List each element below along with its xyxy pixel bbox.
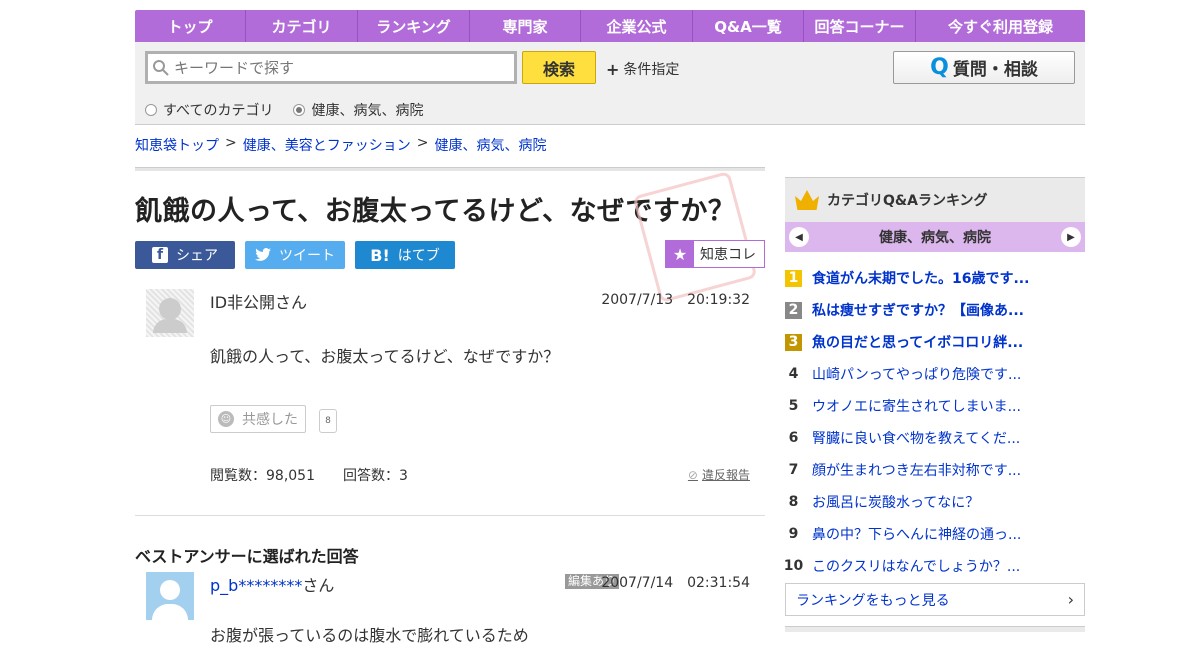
nav-register[interactable]: 今すぐ利用登録: [916, 10, 1085, 42]
sidebar-next-section: [785, 626, 1085, 632]
rank-number: 3: [785, 333, 802, 351]
sidebar-ranking: カテゴリQ&Aランキング ◀ 健康、病気、病院 ▶ 1 食道がん末期でした。16歳…: [783, 177, 1085, 632]
chevron-right-icon: ›: [1067, 590, 1074, 609]
rank-link[interactable]: 山崎パンってやっぱり危険です...: [812, 364, 1021, 384]
ranking-category-bar: ◀ 健康、病気、病院 ▶: [785, 222, 1085, 252]
ranking-more-label: ランキングをもっと見る: [796, 592, 950, 609]
ranking-category: 健康、病気、病院: [879, 230, 991, 246]
ranking-header: カテゴリQ&Aランキング: [785, 177, 1085, 222]
rank-number: 4: [788, 366, 799, 382]
ranking-item[interactable]: 1 食道がん末期でした。16歳です...: [785, 262, 1085, 294]
rank-link[interactable]: 魚の目だと思ってイボコロリ絆...: [812, 332, 1023, 352]
rank-link[interactable]: 腎臓に良い食べ物を教えてくだ...: [812, 428, 1020, 448]
best-answer-block: p_b********さん 編集あり 2007/7/14 02:31:54 お腹…: [135, 167, 765, 645]
category-radios: すべてのカテゴリ 健康、病気、病院: [145, 100, 423, 120]
nav-ranking[interactable]: ランキング: [358, 10, 470, 42]
search-icon: [153, 59, 169, 76]
ranking-item[interactable]: 7 顔が生まれつき左右非対称です...: [785, 454, 1085, 486]
avatar-body: [152, 604, 188, 620]
global-nav: トップ カテゴリ ランキング 専門家 企業公式 Q&A一覧 回答コーナー 今すぐ…: [135, 10, 1085, 42]
answerer-user: p_b********さん: [210, 572, 334, 596]
answer-text: お腹が張っているのは腹水で膨れているため: [210, 626, 529, 645]
breadcrumb-sep: >: [225, 135, 237, 151]
rank-number: 5: [788, 398, 799, 414]
rank-number: 8: [788, 494, 799, 510]
rank-link[interactable]: 私は痩せすぎですか？【画像あ...: [812, 300, 1024, 320]
ranking-item[interactable]: 2 私は痩せすぎですか？【画像あ...: [785, 294, 1085, 326]
rank-number: 6: [788, 430, 799, 446]
radio-all-categories[interactable]: すべてのカテゴリ: [145, 100, 273, 120]
radio-label: すべてのカテゴリ: [163, 103, 274, 119]
search-input[interactable]: [174, 58, 504, 77]
search-area: 検索 +条件指定 Q質問・相談 すべてのカテゴリ 健康、病気、病院: [135, 42, 1085, 125]
crown-icon: [795, 190, 819, 210]
ranking-item[interactable]: 6 腎臓に良い食べ物を教えてくだ...: [785, 422, 1085, 454]
ranking-item[interactable]: 3 魚の目だと思ってイボコロリ絆...: [785, 326, 1085, 358]
ranking-title: カテゴリQ&Aランキング: [827, 193, 988, 209]
nav-qa-list[interactable]: Q&A一覧: [693, 10, 804, 42]
answerer-link[interactable]: p_b********: [210, 576, 302, 595]
ask-label: 質問・相談: [952, 60, 1038, 80]
prev-arrow-icon[interactable]: ◀: [789, 227, 809, 247]
nav-category[interactable]: カテゴリ: [246, 10, 358, 42]
avatar-face: [160, 580, 180, 600]
search-button[interactable]: 検索: [522, 51, 596, 84]
nav-expert[interactable]: 専門家: [470, 10, 581, 42]
nav-official[interactable]: 企業公式: [581, 10, 693, 42]
rank-link[interactable]: このクスリはなんでしょうか？...: [812, 556, 1020, 576]
breadcrumb: 知恵袋トップ > 健康、美容とファッション > 健康、病気、病院: [135, 135, 546, 155]
breadcrumb-top[interactable]: 知恵袋トップ: [135, 135, 219, 155]
rank-link[interactable]: 鼻の中？下らへんに神経の通っ...: [812, 524, 1021, 544]
breadcrumb-health-beauty[interactable]: 健康、美容とファッション: [243, 135, 411, 155]
ranking-item[interactable]: 9 鼻の中？下らへんに神経の通っ...: [785, 518, 1085, 550]
search-box: [145, 51, 517, 84]
rank-link[interactable]: ウオノエに寄生されてしまいま...: [812, 396, 1021, 416]
rank-number: 7: [788, 462, 799, 478]
rank-link[interactable]: 食道がん末期でした。16歳です...: [812, 268, 1029, 288]
plus-icon: +: [606, 59, 620, 79]
radio-dot-selected: [293, 104, 306, 116]
breadcrumb-sep: >: [416, 135, 429, 151]
rank-number: 2: [785, 301, 802, 319]
rank-number: 10: [783, 558, 804, 574]
next-arrow-icon[interactable]: ▶: [1061, 227, 1081, 247]
ranking-item[interactable]: 8 お風呂に炭酸水ってなに？: [785, 486, 1085, 518]
header: トップ カテゴリ ランキング 専門家 企業公式 Q&A一覧 回答コーナー 今すぐ…: [135, 10, 1085, 125]
nav-answer-corner[interactable]: 回答コーナー: [804, 10, 916, 42]
conditions-link[interactable]: + 条件指定: [606, 59, 679, 79]
radio-this-category[interactable]: 健康、病気、病院: [293, 100, 423, 120]
radio-label: 健康、病気、病院: [311, 103, 424, 119]
q-icon: Q: [930, 55, 949, 80]
rank-link[interactable]: 顔が生まれつき左右非対称です...: [812, 460, 1021, 480]
rank-number: 9: [788, 526, 799, 542]
breadcrumb-health[interactable]: 健康、病気、病院: [434, 135, 546, 155]
answerer-avatar: [146, 572, 194, 620]
nav-top[interactable]: トップ: [135, 10, 246, 42]
ask-question-button[interactable]: Q 質問・相談: [893, 51, 1075, 84]
radio-dot: [145, 104, 157, 116]
rank-number: 1: [785, 269, 802, 287]
ranking-more-link[interactable]: ランキングをもっと見る ›: [785, 583, 1085, 616]
ranking-item[interactable]: 4 山崎パンってやっぱり危険です...: [785, 358, 1085, 390]
ranking-item[interactable]: 5 ウオノエに寄生されてしまいま...: [785, 390, 1085, 422]
conditions-label: 条件指定: [623, 62, 680, 78]
ranking-list: 1 食道がん末期でした。16歳です... 2 私は痩せすぎですか？【画像あ... 3…: [783, 262, 1085, 582]
rank-link[interactable]: お風呂に炭酸水ってなに？: [812, 492, 979, 512]
answerer-suffix: さん: [302, 576, 335, 595]
ranking-item[interactable]: 10 このクスリはなんでしょうか？...: [783, 550, 1085, 582]
answer-date: 2007/7/14 02:31:54: [601, 575, 750, 591]
